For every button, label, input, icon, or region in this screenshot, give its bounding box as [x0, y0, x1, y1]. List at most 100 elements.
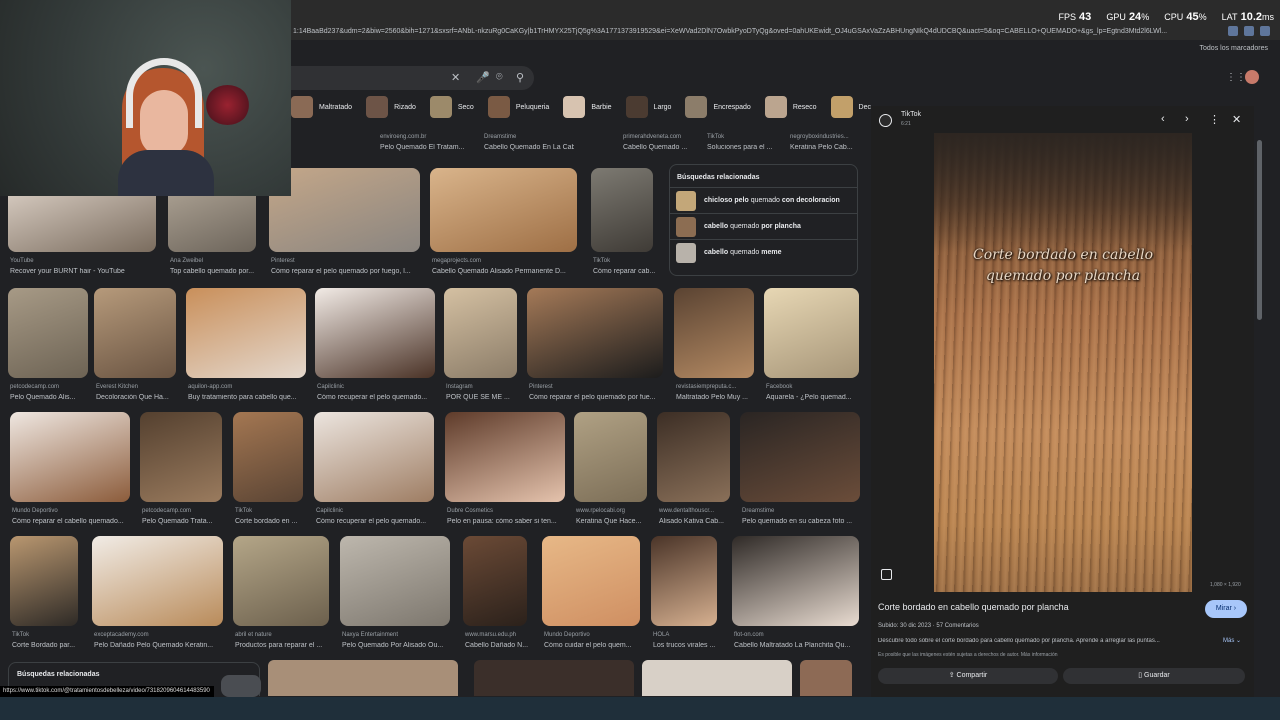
- result-thumbnail[interactable]: [94, 288, 176, 378]
- all-bookmarks-button[interactable]: Todos los marcadores: [1200, 45, 1268, 52]
- result-title[interactable]: Cabello Dañado N...: [465, 642, 529, 649]
- result-title[interactable]: Keratina Que Hace...: [576, 518, 649, 525]
- more-options-icon[interactable]: ⋮: [1209, 113, 1220, 126]
- result-thumbnail[interactable]: [740, 412, 860, 502]
- result-card[interactable]: petcodecamp.com Pelo Quemado Trata...: [140, 412, 222, 532]
- result-thumbnail[interactable]: [527, 288, 663, 378]
- chip-decolorado[interactable]: Decolorado: [830, 96, 871, 118]
- result-card[interactable]: Everest Kitchen Decoloración Que Ha...: [94, 288, 176, 408]
- result-thumbnail[interactable]: [186, 288, 306, 378]
- related-search-item[interactable]: chicloso pelo quemado con decoloracion: [670, 187, 857, 213]
- result-title[interactable]: Cómo recuperar el pelo quemado...: [316, 518, 436, 525]
- result-title[interactable]: Cómo reparar cab...: [593, 268, 655, 275]
- result-thumbnail[interactable]: [674, 288, 754, 378]
- result-card[interactable]: exceptacademy.com Pelo Dañado Pelo Quemad…: [92, 536, 223, 656]
- result-title[interactable]: POR QUÉ SE ME ...: [446, 394, 519, 401]
- result-title[interactable]: Pelo quemado en su cabeza foto ...: [742, 518, 862, 525]
- microphone-icon[interactable]: 🎤: [476, 71, 490, 84]
- result-card[interactable]: abril et nature Productos para reparar el…: [233, 536, 329, 656]
- result-thumbnail[interactable]: [445, 412, 565, 502]
- result-title[interactable]: Productos para reparar el ...: [235, 642, 331, 649]
- result-thumbnail[interactable]: [657, 412, 730, 502]
- result-title[interactable]: Top cabello quemado por...: [170, 268, 258, 275]
- result-card[interactable]: Dreamstime Cabello Quemado En La Cabeza F…: [482, 126, 574, 156]
- result-thumbnail[interactable]: [463, 536, 527, 626]
- result-thumbnail[interactable]: [233, 536, 329, 626]
- result-card[interactable]: petcodecamp.com Pelo Quemado Alis...: [8, 288, 88, 408]
- result-thumbnail[interactable]: [315, 288, 435, 378]
- bookmark-star-icon[interactable]: [1228, 26, 1238, 36]
- result-title[interactable]: Cómo cuidar el pelo quem...: [544, 642, 642, 649]
- result-card[interactable]: Mundo Deportivo Cómo reparar el cabello q…: [10, 412, 130, 532]
- clear-icon[interactable]: ✕: [451, 71, 460, 84]
- result-thumbnail[interactable]: [542, 536, 640, 626]
- result-title[interactable]: Decoloración Que Ha...: [96, 394, 178, 401]
- result-thumbnail[interactable]: [8, 288, 88, 378]
- url-text[interactable]: 1:14BaaBd237&udm=2&biw=2560&bih=1271&sxs…: [293, 24, 1167, 40]
- next-icon[interactable]: ›: [1185, 113, 1189, 125]
- preview-image[interactable]: Corte bordado en cabello quemado por pla…: [934, 133, 1192, 592]
- result-thumbnail[interactable]: [642, 660, 792, 696]
- result-card[interactable]: flot-on.com Cabello Maltratado La Planchi…: [732, 536, 859, 656]
- chip-maltratado[interactable]: Maltratado: [291, 96, 361, 118]
- hair-dryer-thumbnail[interactable]: [221, 675, 261, 697]
- result-card[interactable]: TikTok Soluciones para el ...: [705, 126, 795, 156]
- avatar[interactable]: [1245, 70, 1259, 84]
- result-thumbnail[interactable]: [92, 536, 223, 626]
- result-thumbnail[interactable]: [10, 412, 130, 502]
- result-title[interactable]: Pelo Dañado Pelo Quemado Keratin...: [94, 642, 225, 649]
- close-icon[interactable]: ✕: [1232, 113, 1241, 126]
- result-thumbnail[interactable]: [314, 412, 434, 502]
- result-card[interactable]: Dubre Cosmetics Pelo en pausa: cómo saber…: [445, 412, 565, 532]
- profile-icon[interactable]: [1260, 26, 1270, 36]
- result-card[interactable]: Pinterest Cómo reparar el pelo quemado po…: [269, 168, 420, 282]
- result-thumbnail[interactable]: [340, 536, 450, 626]
- result-title[interactable]: Cómo reparar el pelo quemado por fuego, …: [271, 268, 422, 275]
- result-card[interactable]: www.rpelocabi.org Keratina Que Hace...: [574, 412, 647, 532]
- chip-encrespado[interactable]: Encrespado: [685, 96, 759, 118]
- result-thumbnail[interactable]: [269, 168, 420, 252]
- result-card[interactable]: Naxya Entertainment Pelo Quemado Por Alis…: [340, 536, 450, 656]
- result-thumbnail[interactable]: [430, 168, 577, 252]
- result-card[interactable]: aquilon-app.com Buy tratamiento para cabe…: [186, 288, 306, 408]
- result-card[interactable]: megaprojects.com Cabello Quemado Alisado …: [430, 168, 577, 282]
- result-thumbnail[interactable]: [651, 536, 717, 626]
- result-title[interactable]: Pelo Quemado Alis...: [10, 394, 90, 401]
- result-title[interactable]: Maltratado Pelo Muy ...: [676, 394, 756, 401]
- result-thumbnail[interactable]: [268, 660, 458, 696]
- chip-barbie[interactable]: Barbie: [563, 96, 620, 118]
- result-card[interactable]: Instagram POR QUÉ SE ME ...: [444, 288, 517, 408]
- result-title[interactable]: Cómo reparar el pelo quemado por fue...: [529, 394, 665, 401]
- chip-reseco[interactable]: Reseco: [764, 96, 825, 118]
- result-thumbnail[interactable]: [732, 536, 859, 626]
- address-bar[interactable]: 1:14BaaBd237&udm=2&biw=2560&bih=1271&sxs…: [291, 24, 1280, 42]
- previous-icon[interactable]: ‹: [1161, 113, 1165, 125]
- result-title[interactable]: Cómo recuperar el pelo quemado...: [317, 394, 437, 401]
- result-card[interactable]: TikTok Corte Bordado par...: [10, 536, 78, 656]
- result-card[interactable]: Dreamstime Pelo quemado en su cabeza foto…: [740, 412, 860, 532]
- result-card[interactable]: TikTok Cómo reparar cab...: [591, 168, 655, 282]
- preview-source[interactable]: TikTok: [901, 111, 921, 118]
- result-card[interactable]: www.marsu.edu.ph Cabello Dañado N...: [463, 536, 529, 656]
- result-title[interactable]: Los trucos virales ...: [653, 642, 719, 649]
- result-thumbnail[interactable]: [444, 288, 517, 378]
- result-title[interactable]: Keratina Pelo Cab...: [790, 144, 864, 151]
- result-title[interactable]: Cabello Maltratado La Planchita Qu...: [734, 642, 861, 649]
- result-title[interactable]: Recover your BURNT hair - YouTube: [10, 268, 158, 275]
- result-card[interactable]: Capilclinic Cómo recuperar el pelo quemad…: [314, 412, 434, 532]
- result-thumbnail[interactable]: [800, 660, 852, 696]
- result-title[interactable]: Corte bordado en ...: [235, 518, 305, 525]
- chip-rizado[interactable]: Rizado: [366, 96, 424, 118]
- preview-title[interactable]: Corte bordado en cabello quemado por pla…: [878, 602, 1069, 612]
- result-title[interactable]: Pelo en pausa: cómo saber si ten...: [447, 518, 567, 525]
- result-card[interactable]: Mundo Deportivo Cómo cuidar el pelo quem.…: [542, 536, 640, 656]
- result-card[interactable]: enviroeng.com.br Pelo Quemado El Tratam..…: [378, 126, 468, 156]
- result-title[interactable]: Buy tratamiento para cabello que...: [188, 394, 308, 401]
- result-title[interactable]: Cabello Quemado Alisado Permanente D...: [432, 268, 579, 275]
- result-title[interactable]: Soluciones para el ...: [707, 144, 797, 151]
- result-card[interactable]: Pinterest Cómo reparar el pelo quemado po…: [527, 288, 663, 408]
- result-title[interactable]: Aquarela - ¿Pelo quemad...: [766, 394, 861, 401]
- lens-search-icon[interactable]: [881, 569, 892, 580]
- result-card[interactable]: revistasiempreputa.c... Maltratado Pelo M…: [674, 288, 754, 408]
- result-thumbnail[interactable]: [10, 536, 78, 626]
